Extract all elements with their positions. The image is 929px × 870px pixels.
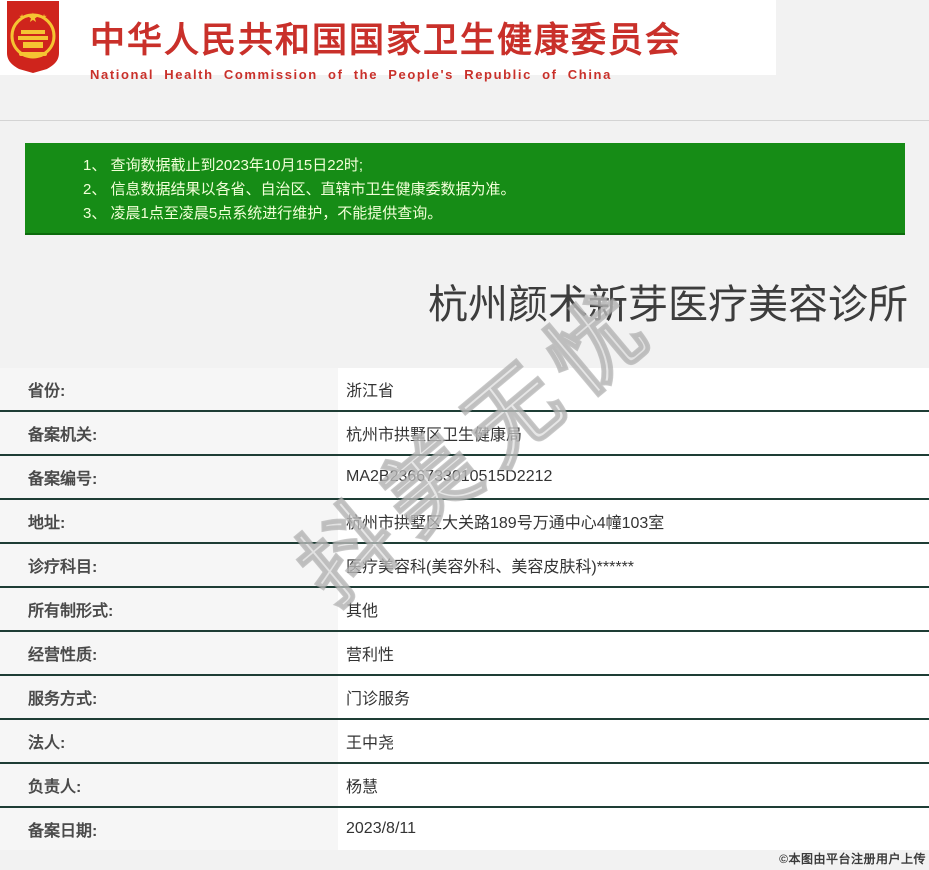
header-title-cn: 中华人民共和国国家卫生健康委员会	[90, 21, 683, 60]
row-value: 浙江省	[338, 368, 929, 410]
row-value: 门诊服务	[338, 676, 929, 718]
site-header: ★ ★ ★ 中华人民共和国国家卫生健康委员会 National Health C…	[0, 0, 776, 82]
record-table: 省份: 浙江省 备案机关: 杭州市拱墅区卫生健康局 备案编号: MA2B2366…	[0, 368, 929, 850]
table-row: 诊疗科目: 医疗美容科(美容外科、美容皮肤科)******	[0, 544, 929, 588]
upload-attribution-stamp: ©本图由平台注册用户上传	[779, 852, 926, 866]
row-value: 杭州市拱墅区卫生健康局	[338, 412, 929, 454]
page-title: 杭州颜术新芽医疗美容诊所	[428, 283, 908, 327]
row-value: 杭州市拱墅区大关路189号万通中心4幢103室	[338, 500, 929, 542]
table-row: 地址: 杭州市拱墅区大关路189号万通中心4幢103室	[0, 500, 929, 544]
svg-text:★: ★	[19, 13, 25, 21]
row-label: 省份:	[0, 368, 338, 410]
header-title-en: National Health Commission of the People…	[90, 67, 612, 82]
row-label: 经营性质:	[0, 632, 338, 674]
table-row: 省份: 浙江省	[0, 368, 929, 412]
table-row: 经营性质: 营利性	[0, 632, 929, 676]
table-row: 备案编号: MA2B2366733010515D2212	[0, 456, 929, 500]
table-row: 所有制形式: 其他	[0, 588, 929, 632]
svg-text:★: ★	[27, 10, 39, 25]
row-label: 备案编号:	[0, 456, 338, 498]
row-value: 王中尧	[338, 720, 929, 762]
row-value: 2023/8/11	[338, 808, 929, 850]
row-value: 营利性	[338, 632, 929, 674]
row-label: 所有制形式:	[0, 588, 338, 630]
row-value: 其他	[338, 588, 929, 630]
row-label: 地址:	[0, 500, 338, 542]
row-value: 医疗美容科(美容外科、美容皮肤科)******	[338, 544, 929, 586]
table-row: 法人: 王中尧	[0, 720, 929, 764]
row-value: 杨慧	[338, 764, 929, 806]
row-label: 备案日期:	[0, 808, 338, 850]
table-row: 负责人: 杨慧	[0, 764, 929, 808]
notice-line: 2、 信息数据结果以各省、自治区、直辖市卫生健康委数据为准。	[83, 181, 516, 198]
row-label: 诊疗科目:	[0, 544, 338, 586]
row-label: 备案机关:	[0, 412, 338, 454]
china-national-emblem-icon: ★ ★ ★	[7, 1, 59, 73]
header-titles: 中华人民共和国国家卫生健康委员会 National Health Commiss…	[90, 12, 770, 82]
header-divider	[0, 120, 929, 121]
row-label: 负责人:	[0, 764, 338, 806]
notice-box: 1、 查询数据截止到2023年10月15日22时; 2、 信息数据结果以各省、自…	[25, 143, 905, 235]
row-label: 服务方式:	[0, 676, 338, 718]
row-value: MA2B2366733010515D2212	[338, 456, 929, 498]
table-row: 备案机关: 杭州市拱墅区卫生健康局	[0, 412, 929, 456]
notice-line: 1、 查询数据截止到2023年10月15日22时;	[83, 157, 364, 174]
notice-line: 3、 凌晨1点至凌晨5点系统进行维护，不能提供查询。	[83, 205, 443, 222]
table-row: 服务方式: 门诊服务	[0, 676, 929, 720]
svg-text:★: ★	[41, 13, 47, 21]
table-row: 备案日期: 2023/8/11	[0, 808, 929, 850]
nhc-record-page: ★ ★ ★ 中华人民共和国国家卫生健康委员会 National Health C…	[0, 0, 929, 870]
row-label: 法人:	[0, 720, 338, 762]
